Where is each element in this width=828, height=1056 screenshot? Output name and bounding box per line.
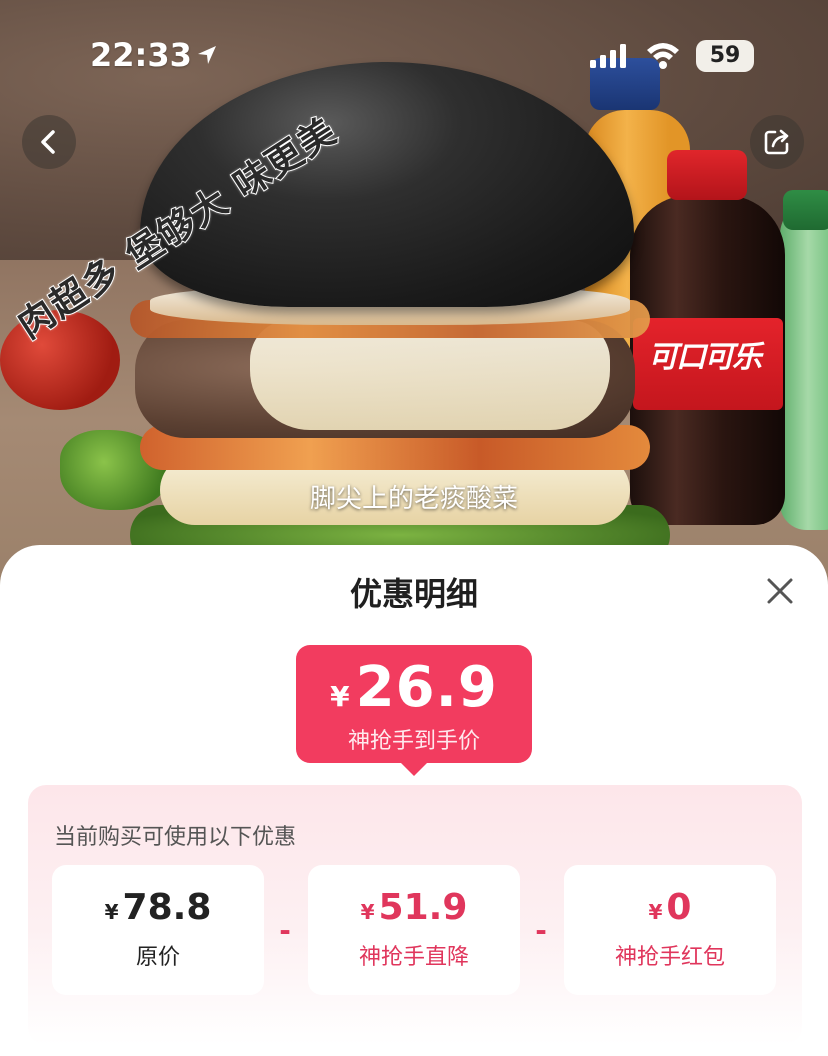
- currency-symbol: ¥: [648, 900, 663, 924]
- hero-image: 可口可乐 肉超多 堡够大 味更美 脚尖上的老痰酸菜: [0, 0, 828, 600]
- red-packet-card: ¥ 0 神抢手红包: [564, 865, 776, 995]
- share-icon: [764, 129, 789, 155]
- original-price-amount: ¥ 78.8: [52, 887, 264, 928]
- cellular-signal-icon: [590, 44, 626, 68]
- direct-discount-card: ¥ 51.9 神抢手直降: [308, 865, 520, 995]
- minus-operator: -: [279, 913, 291, 947]
- final-price-amount: ¥ 26.9: [296, 655, 532, 720]
- sheet-title: 优惠明细: [349, 575, 478, 613]
- location-arrow-icon: [198, 46, 216, 64]
- direct-discount-label: 神抢手直降: [358, 945, 469, 970]
- currency-symbol: ¥: [104, 900, 119, 924]
- red-packet-amount: ¥ 0: [564, 887, 776, 928]
- direct-discount-value: 51.9: [378, 887, 468, 928]
- status-time: 22:33: [90, 36, 192, 74]
- final-price-card: ¥ 26.9 神抢手到手价: [296, 645, 532, 776]
- battery-indicator: 59: [696, 40, 754, 72]
- image-caption: 脚尖上的老痰酸菜: [309, 484, 518, 514]
- direct-discount-amount: ¥ 51.9: [308, 887, 520, 928]
- discount-breakdown: 当前购买可使用以下优惠 ¥ 78.8 原价 - ¥ 51.9 神抢手直降 - ¥…: [28, 785, 802, 1045]
- wifi-icon: [647, 43, 679, 69]
- red-packet-value: 0: [666, 887, 692, 928]
- discount-title: 当前购买可使用以下优惠: [54, 825, 297, 850]
- chevron-left-icon: [41, 130, 55, 154]
- currency-symbol: ¥: [330, 680, 350, 713]
- minus-operator: -: [535, 913, 547, 947]
- sprite-bottle-cap: [783, 190, 828, 230]
- final-price-value: 26.9: [355, 655, 498, 720]
- original-price-label: 原价: [135, 945, 180, 970]
- currency-symbol: ¥: [360, 900, 375, 924]
- original-price-value: 78.8: [122, 887, 212, 928]
- back-button[interactable]: [22, 115, 76, 169]
- share-button[interactable]: [750, 115, 804, 169]
- discount-detail-sheet: 优惠明细 ¥ 26.9 神抢手到手价 当前购买可使用以下优惠 ¥ 78.8 原价…: [0, 545, 828, 1056]
- close-icon[interactable]: [760, 571, 800, 611]
- coke-bottle-cap: [667, 150, 747, 200]
- red-packet-label: 神抢手红包: [614, 945, 725, 970]
- coke-logo: 可口可乐: [648, 340, 762, 375]
- original-price-card: ¥ 78.8 原价: [52, 865, 264, 995]
- final-price-label: 神抢手到手价: [347, 729, 480, 754]
